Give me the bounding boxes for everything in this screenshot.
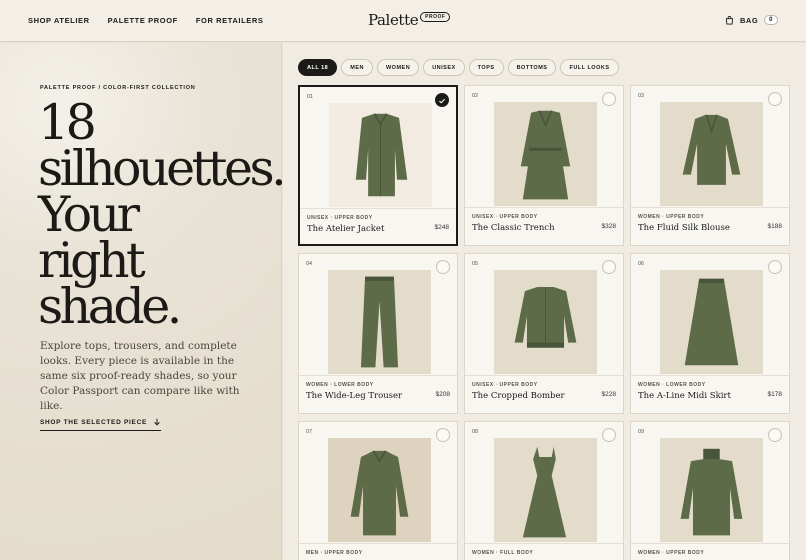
product-price: $228 bbox=[601, 391, 616, 398]
product-number: 02 bbox=[472, 93, 479, 99]
bag-label: BAG bbox=[739, 15, 759, 25]
product-card[interactable]: 06 WOMEN · LOWER BODY The A-Line Midi Sk… bbox=[630, 253, 790, 414]
filter-all[interactable]: ALL 18 bbox=[298, 59, 338, 76]
card-divider bbox=[631, 375, 789, 376]
nav-for-retailers[interactable]: FOR RETAILERS bbox=[196, 16, 264, 25]
card-divider bbox=[300, 208, 456, 209]
shop-selected-button[interactable]: SHOP THE SELECTED PIECE bbox=[40, 418, 161, 431]
product-number: 07 bbox=[306, 429, 313, 435]
card-divider bbox=[465, 375, 623, 376]
product-number: 09 bbox=[638, 429, 645, 435]
shirt-icon bbox=[328, 438, 431, 542]
skirt-icon bbox=[660, 270, 763, 374]
select-checkbox[interactable] bbox=[602, 428, 616, 442]
product-meta: UNISEX · UPPER BODY bbox=[472, 382, 538, 388]
hero-headline: 18 silhouettes. Your right shade. bbox=[38, 98, 287, 335]
product-name: The Atelier Jacket bbox=[307, 224, 385, 234]
filter-bottoms[interactable]: BOTTOMS bbox=[507, 59, 557, 76]
card-divider bbox=[299, 543, 457, 544]
headline-line: shade. bbox=[38, 278, 182, 335]
product-meta: WOMEN · UPPER BODY bbox=[638, 550, 705, 556]
cta-label: SHOP THE SELECTED PIECE bbox=[40, 418, 147, 426]
filter-women[interactable]: WOMEN bbox=[376, 59, 420, 76]
select-checkbox[interactable] bbox=[436, 428, 450, 442]
product-name: The A-Line Midi Skirt bbox=[638, 391, 731, 401]
product-price: $208 bbox=[435, 391, 450, 398]
select-checkbox[interactable] bbox=[435, 93, 449, 107]
product-number: 08 bbox=[472, 429, 479, 435]
product-meta: WOMEN · LOWER BODY bbox=[638, 382, 706, 388]
product-card[interactable]: 03 WOMEN · UPPER BODY The Fluid Silk Blo… bbox=[630, 85, 790, 246]
product-meta: WOMEN · LOWER BODY bbox=[306, 382, 374, 388]
bag-button[interactable]: BAG 0 bbox=[725, 15, 778, 25]
product-card[interactable]: 09 WOMEN · UPPER BODY bbox=[630, 421, 790, 560]
bag-count: 0 bbox=[764, 15, 778, 25]
product-card[interactable]: 04 WOMEN · LOWER BODY The Wide-Leg Trous… bbox=[298, 253, 458, 414]
card-divider bbox=[631, 543, 789, 544]
sweater-icon bbox=[660, 438, 763, 542]
product-meta: WOMEN · FULL BODY bbox=[472, 550, 534, 556]
product-number: 01 bbox=[307, 94, 314, 100]
product-number: 05 bbox=[472, 261, 479, 267]
product-name: The Classic Trench bbox=[472, 223, 555, 233]
card-divider bbox=[631, 207, 789, 208]
product-meta: MEN · UPPER BODY bbox=[306, 550, 363, 556]
logo-text: Palette bbox=[368, 11, 419, 29]
filter-chips: ALL 18 MEN WOMEN UNISEX TOPS BOTTOMS FUL… bbox=[298, 59, 619, 76]
select-checkbox[interactable] bbox=[602, 260, 616, 274]
product-card[interactable]: 07 MEN · UPPER BODY bbox=[298, 421, 458, 560]
catalog-panel: ALL 18 MEN WOMEN UNISEX TOPS BOTTOMS FUL… bbox=[283, 43, 806, 560]
bomber-icon bbox=[494, 270, 597, 374]
jacket-icon bbox=[329, 103, 432, 207]
product-number: 03 bbox=[638, 93, 645, 99]
product-card[interactable]: 01 UNISEX · UPPER BODY The Atelier Jacke… bbox=[298, 85, 458, 246]
logo-badge: PROOF bbox=[420, 12, 451, 22]
product-price: $248 bbox=[434, 224, 449, 231]
product-name: The Wide-Leg Trouser bbox=[306, 391, 403, 401]
filter-tops[interactable]: TOPS bbox=[468, 59, 504, 76]
hero-description: Explore tops, trousers, and complete loo… bbox=[40, 340, 240, 412]
dress-icon bbox=[494, 438, 597, 542]
product-price: $328 bbox=[601, 223, 616, 230]
product-card[interactable]: 08 WOMEN · FULL BODY bbox=[464, 421, 624, 560]
product-name: The Cropped Bomber bbox=[472, 391, 565, 401]
product-name: The Fluid Silk Blouse bbox=[638, 223, 730, 233]
product-meta: UNISEX · UPPER BODY bbox=[307, 215, 373, 221]
nav-shop-atelier[interactable]: SHOP ATELIER bbox=[28, 16, 90, 25]
nav-palette-proof[interactable]: PALETTE PROOF bbox=[108, 16, 178, 25]
nav-links: SHOP ATELIER PALETTE PROOF FOR RETAILERS bbox=[28, 16, 282, 25]
product-card[interactable]: 02 UNISEX · UPPER BODY The Classic Trenc… bbox=[464, 85, 624, 246]
filter-men[interactable]: MEN bbox=[341, 59, 373, 76]
select-checkbox[interactable] bbox=[768, 428, 782, 442]
select-checkbox[interactable] bbox=[436, 260, 450, 274]
product-price: $188 bbox=[767, 223, 782, 230]
trench-icon bbox=[494, 102, 597, 206]
select-checkbox[interactable] bbox=[768, 260, 782, 274]
product-number: 04 bbox=[306, 261, 313, 267]
product-number: 06 bbox=[638, 261, 645, 267]
bag-icon bbox=[725, 15, 734, 25]
product-price: $178 bbox=[767, 391, 782, 398]
product-card[interactable]: 05 UNISEX · UPPER BODY The Cropped Bombe… bbox=[464, 253, 624, 414]
brand-logo[interactable]: Palette PROOF bbox=[368, 11, 451, 29]
top-nav: SHOP ATELIER PALETTE PROOF FOR RETAILERS… bbox=[0, 0, 806, 42]
filter-unisex[interactable]: UNISEX bbox=[423, 59, 465, 76]
product-grid: 01 UNISEX · UPPER BODY The Atelier Jacke… bbox=[298, 85, 790, 560]
check-icon bbox=[439, 98, 445, 104]
hero-eyebrow: PALETTE PROOF / COLOR-FIRST COLLECTION bbox=[40, 85, 196, 91]
filter-full-looks[interactable]: FULL LOOKS bbox=[560, 59, 619, 76]
product-meta: UNISEX · UPPER BODY bbox=[472, 214, 538, 220]
select-checkbox[interactable] bbox=[602, 92, 616, 106]
blouse-icon bbox=[660, 102, 763, 206]
card-divider bbox=[465, 207, 623, 208]
card-divider bbox=[299, 375, 457, 376]
select-checkbox[interactable] bbox=[768, 92, 782, 106]
arrow-down-icon bbox=[154, 418, 160, 426]
trouser-icon bbox=[328, 270, 431, 374]
product-meta: WOMEN · UPPER BODY bbox=[638, 214, 705, 220]
card-divider bbox=[465, 543, 623, 544]
